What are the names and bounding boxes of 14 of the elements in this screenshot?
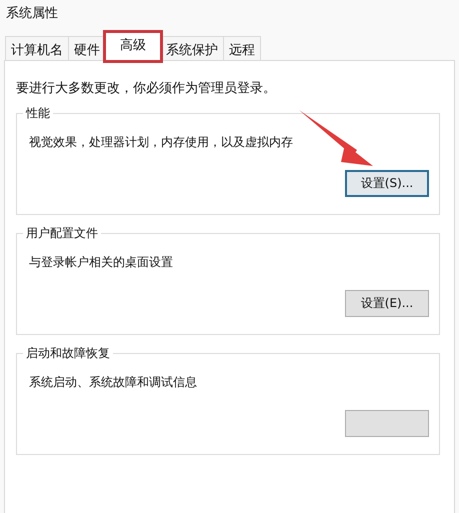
group-description: 系统启动、系统故障和调试信息	[29, 374, 198, 391]
window-title: 系统属性	[5, 5, 59, 23]
group-title: 性能	[23, 105, 53, 122]
group-title: 用户配置文件	[23, 225, 101, 242]
settings-button[interactable]	[345, 410, 429, 437]
group-description: 视觉效果，处理器计划，内存使用，以及虚拟内存	[29, 134, 294, 151]
tab[interactable]: 远程	[223, 36, 261, 60]
group-title: 启动和故障恢复	[23, 345, 113, 362]
tab[interactable]: 高级	[105, 32, 161, 61]
settings-button[interactable]: 设置(E)...	[345, 290, 429, 317]
admin-notice: 要进行大多数更改，你必须作为管理员登录。	[16, 80, 277, 97]
settings-button[interactable]: 设置(S)...	[345, 170, 429, 197]
group-description: 与登录帐户相关的桌面设置	[29, 254, 174, 271]
tab[interactable]: 计算机名	[5, 36, 69, 60]
